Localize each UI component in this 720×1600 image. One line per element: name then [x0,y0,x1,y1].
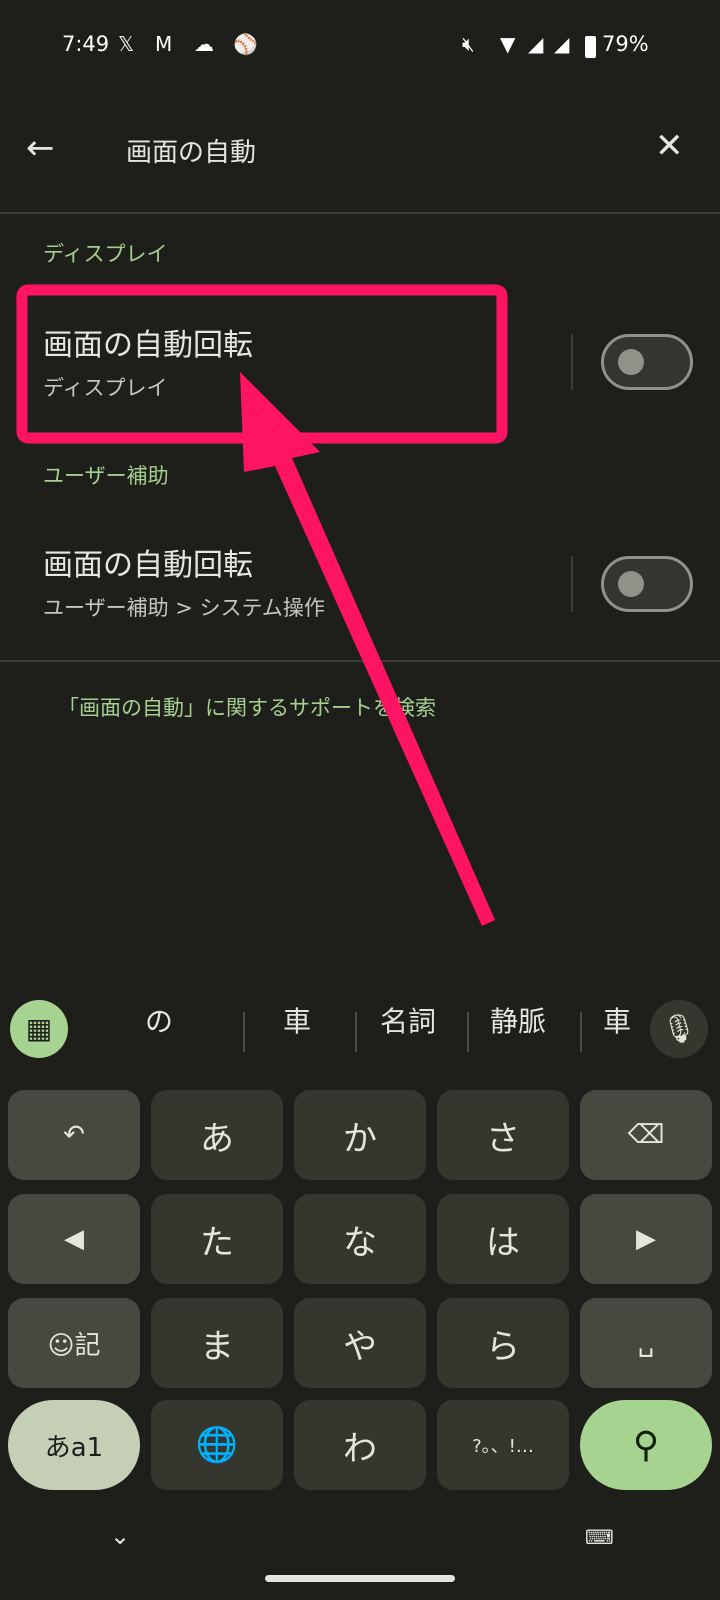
candidate[interactable]: 名詞 [380,1000,436,1040]
key-label: あ [200,1118,234,1159]
microphone-icon[interactable]: 🎙︎ [650,1000,708,1058]
candidate[interactable]: 静脈 [490,1000,546,1040]
key-undo-icon[interactable]: ↶ [8,1090,140,1180]
chevron-down-icon[interactable]: ⌄ [110,1522,130,1550]
key-ra[interactable]: ら [437,1298,569,1388]
key-label: ?。、!… [472,1436,534,1457]
key-label: ☺記 [47,1330,101,1361]
key-label: あa1 [44,1432,104,1463]
key-ma[interactable]: ま [151,1298,283,1388]
key-label: な [343,1222,377,1263]
key-input-mode[interactable]: あa1 [8,1400,140,1490]
key-space[interactable]: ␣ [580,1298,712,1388]
key-label: ⚲ [632,1424,660,1466]
key-label: わ [343,1428,377,1469]
key-label: ␣ [637,1328,655,1358]
key-a[interactable]: あ [151,1090,283,1180]
key-label: ⌫ [627,1120,665,1150]
key-left-arrow-icon[interactable]: ◀ [8,1194,140,1284]
key-ya[interactable]: や [294,1298,426,1388]
key-na[interactable]: な [294,1194,426,1284]
key-wa[interactable]: わ [294,1400,426,1490]
key-label: 🌐 [195,1425,239,1465]
key-right-arrow-icon[interactable]: ▶ [580,1194,712,1284]
annotation-overlay [16,284,508,926]
key-search-icon[interactable]: ⚲ [580,1400,712,1490]
key-label: や [343,1326,377,1367]
key-label: ま [200,1326,234,1367]
key-ta[interactable]: た [151,1194,283,1284]
key-label: ↶ [63,1120,85,1150]
key-label: ▶ [636,1224,656,1254]
home-handle[interactable] [265,1575,455,1582]
key-globe-icon[interactable]: 🌐 [151,1400,283,1490]
key-label: か [343,1118,377,1159]
keyboard [0,975,720,1600]
key-backspace-icon[interactable]: ⌫ [580,1090,712,1180]
key-ha[interactable]: は [437,1194,569,1284]
key-label: た [200,1222,234,1263]
candidate[interactable]: の [145,1000,173,1040]
key-label: は [486,1222,520,1263]
key-label: さ [486,1118,520,1159]
apps-grid-icon[interactable]: ▦ [10,1000,68,1058]
candidate[interactable]: 車 [283,1000,311,1040]
key-label: ◀ [64,1224,84,1254]
key-ka[interactable]: か [294,1090,426,1180]
key-punctuation[interactable]: ?。、!… [437,1400,569,1490]
key-sa[interactable]: さ [437,1090,569,1180]
key-label: ら [486,1326,520,1367]
annotation-arrow [240,372,495,926]
key-emoji-symbols[interactable]: ☺記 [8,1298,140,1388]
keyboard-switch-icon[interactable]: ⌨ [585,1525,614,1549]
candidate[interactable]: 車 [603,1000,643,1040]
